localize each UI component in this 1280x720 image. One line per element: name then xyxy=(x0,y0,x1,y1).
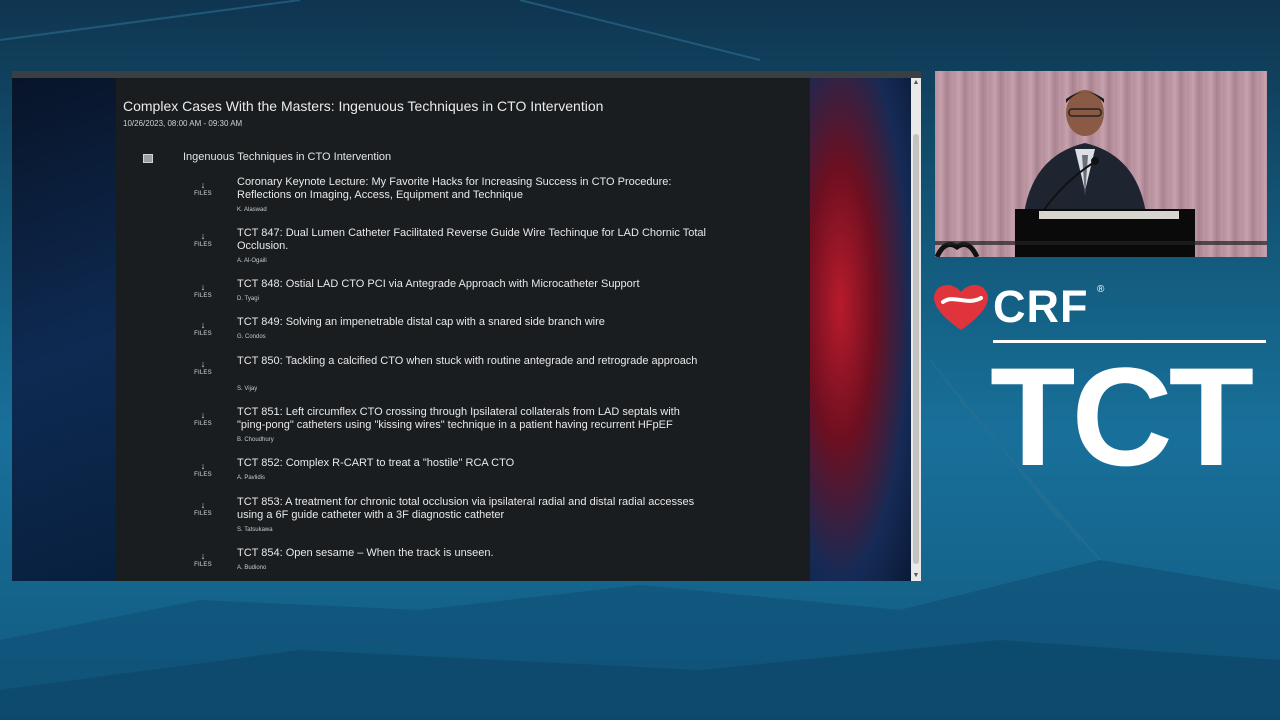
presentation-title[interactable]: TCT 849: Solving an impenetrable distal … xyxy=(237,316,707,329)
files-label: FILES xyxy=(194,331,212,337)
download-arrow-icon: ↓ xyxy=(200,282,206,292)
stage-rail xyxy=(935,241,1267,245)
presentation-author: S. Tatsukawa xyxy=(237,527,273,533)
files-label: FILES xyxy=(194,472,212,478)
presentation-author: A. Pavlidis xyxy=(237,475,266,481)
scrollbar-thumb[interactable] xyxy=(913,134,919,564)
presentation-author: D. Tyagi xyxy=(237,296,259,302)
registered-mark: ® xyxy=(1097,284,1105,295)
speaker-video xyxy=(935,71,1267,257)
presentation-title[interactable]: TCT 847: Dual Lumen Catheter Facilitated… xyxy=(237,227,707,253)
download-arrow-icon: ↓ xyxy=(200,500,206,510)
files-label: FILES xyxy=(194,191,212,197)
presentation-screen: Complex Cases With the Masters: Ingenuou… xyxy=(12,71,921,581)
download-arrow-icon: ↓ xyxy=(200,359,206,369)
files-button[interactable]: ↓ FILES xyxy=(183,462,223,479)
vertical-scrollbar[interactable]: ▲ ▼ xyxy=(911,78,921,581)
speaker-figure xyxy=(1023,90,1147,221)
scroll-up-icon[interactable]: ▲ xyxy=(912,79,920,87)
tct-logo-text: TCT xyxy=(990,338,1254,495)
podium xyxy=(1015,209,1195,257)
files-label: FILES xyxy=(194,511,212,517)
presentation-title[interactable]: TCT 848: Ostial LAD CTO PCI via Antegrad… xyxy=(237,278,707,291)
download-arrow-icon: ↓ xyxy=(200,551,206,561)
files-label: FILES xyxy=(194,562,212,568)
slide-background-left xyxy=(12,78,116,581)
presentation-author: K. Alaswad xyxy=(237,207,267,213)
files-button[interactable]: ↓ FILES xyxy=(183,283,223,300)
collapse-toggle-icon[interactable] xyxy=(143,154,153,163)
section-title: Ingenuous Techniques in CTO Intervention xyxy=(183,151,392,163)
files-label: FILES xyxy=(194,242,212,248)
download-arrow-icon: ↓ xyxy=(200,231,206,241)
files-button[interactable]: ↓ FILES xyxy=(183,321,223,338)
download-arrow-icon: ↓ xyxy=(200,461,206,471)
presentation-title[interactable]: TCT 850: Tackling a calcified CTO when s… xyxy=(237,355,707,368)
crf-logo-text: CRF xyxy=(993,281,1089,332)
download-arrow-icon: ↓ xyxy=(200,180,206,190)
files-button[interactable]: ↓ FILES xyxy=(183,181,223,198)
presentation-title[interactable]: TCT 853: A treatment for chronic total o… xyxy=(237,496,707,522)
download-arrow-icon: ↓ xyxy=(200,410,206,420)
presentation-title[interactable]: TCT 851: Left circumflex CTO crossing th… xyxy=(237,406,707,432)
files-button[interactable]: ↓ FILES xyxy=(183,232,223,249)
presentation-author: S. Vijay xyxy=(237,386,258,392)
files-label: FILES xyxy=(194,293,212,299)
presentation-title[interactable]: Coronary Keynote Lecture: My Favorite Ha… xyxy=(237,176,707,202)
presentation-author: G. Condos xyxy=(237,334,266,340)
presentation-author: A. Budiono xyxy=(237,565,267,571)
files-label: FILES xyxy=(194,370,212,376)
stage-logo-curve xyxy=(935,242,980,257)
scroll-down-icon[interactable]: ▼ xyxy=(912,572,920,580)
files-label: FILES xyxy=(194,421,212,427)
window-top-bar xyxy=(12,71,921,78)
session-datetime: 10/26/2023, 08:00 AM - 09:30 AM xyxy=(123,119,243,128)
session-panel: Complex Cases With the Masters: Ingenuou… xyxy=(116,78,810,581)
speaker-scene xyxy=(935,90,1267,257)
presentation-title[interactable]: TCT 852: Complex R-CART to treat a "host… xyxy=(237,457,707,470)
files-button[interactable]: ↓ FILES xyxy=(183,552,223,569)
files-button[interactable]: ↓ FILES xyxy=(183,411,223,428)
presentation-author: A. Al-Ogaili xyxy=(237,258,267,264)
presentation-title[interactable]: TCT 854: Open sesame – When the track is… xyxy=(237,547,707,560)
session-title: Complex Cases With the Masters: Ingenuou… xyxy=(123,98,604,114)
files-button[interactable]: ↓ FILES xyxy=(183,360,223,377)
slide-background-heart-image xyxy=(810,78,911,581)
download-arrow-icon: ↓ xyxy=(200,320,206,330)
presentation-author: B. Choudhury xyxy=(237,437,274,443)
files-button[interactable]: ↓ FILES xyxy=(183,501,223,518)
